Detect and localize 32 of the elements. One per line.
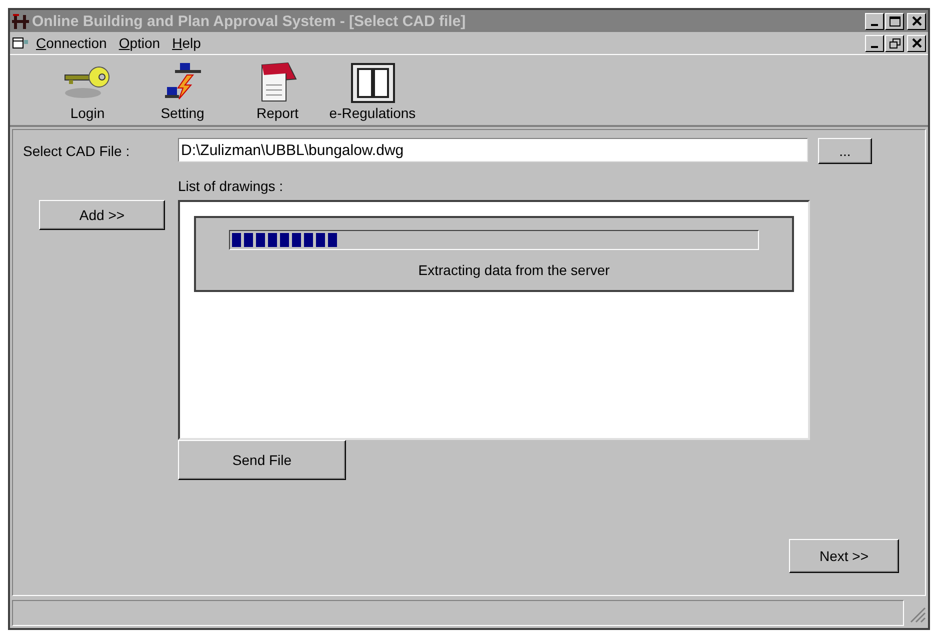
close-icon xyxy=(912,16,922,26)
restore-button[interactable] xyxy=(885,34,904,52)
close-button[interactable] xyxy=(907,12,926,30)
close-button[interactable] xyxy=(907,34,926,52)
window-title: Online Building and Plan Approval System - [Select CAD file] xyxy=(32,12,467,30)
list-label: List of drawings : xyxy=(178,178,284,194)
toolbar-button[interactable]: Report xyxy=(230,59,325,121)
menu-item[interactable]: Help xyxy=(166,35,207,51)
minimize-button[interactable] xyxy=(865,12,884,30)
add-button[interactable]: Add >> xyxy=(39,200,165,230)
toolbar-button[interactable]: e-Regulations xyxy=(325,59,420,121)
maximize-icon xyxy=(888,16,900,26)
minimize-icon xyxy=(871,46,878,48)
browse-button[interactable]: ... xyxy=(818,138,872,164)
send-file-button[interactable]: Send File xyxy=(178,440,346,480)
file-label: Select CAD File : xyxy=(22,143,131,159)
file-path-field[interactable]: D:\Zulizman\UBBL\bungalow.dwg xyxy=(178,138,808,162)
drawings-list[interactable]: Extracting data from the server xyxy=(178,200,810,440)
minimize-button[interactable] xyxy=(865,34,884,52)
menu-item[interactable]: Option xyxy=(112,35,166,51)
app-icon xyxy=(12,13,30,29)
toolbar-button[interactable]: Setting xyxy=(135,59,230,121)
toolbar-button[interactable]: Login xyxy=(40,59,135,121)
close-icon xyxy=(912,38,922,48)
next-button[interactable]: Next >> xyxy=(789,539,899,573)
restore-icon xyxy=(888,38,900,48)
maximize-button[interactable] xyxy=(885,12,904,30)
minimize-icon xyxy=(871,24,878,26)
document-icon xyxy=(12,36,30,50)
progress-message: Extracting data from the server xyxy=(418,262,610,278)
book-icon xyxy=(350,63,394,103)
menu-item[interactable]: Connection xyxy=(30,35,113,51)
